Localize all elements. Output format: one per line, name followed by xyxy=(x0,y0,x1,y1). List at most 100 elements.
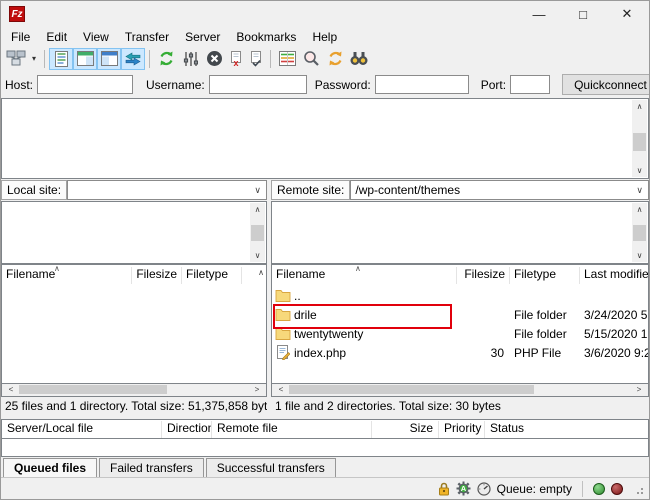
password-label: Password: xyxy=(315,78,371,92)
sort-ascending-icon: ∧ xyxy=(355,264,361,273)
toggle-message-log-button[interactable] xyxy=(49,48,73,70)
menu-bookmarks[interactable]: Bookmarks xyxy=(228,28,304,46)
scroll-up-icon[interactable]: ∧ xyxy=(258,268,264,277)
port-input[interactable] xyxy=(510,75,550,94)
remote-column-filetype[interactable]: Filetype xyxy=(510,267,580,284)
remote-site-row: Remote site: /wp-content/themes ∨ xyxy=(271,179,649,201)
disconnect-button[interactable]: x xyxy=(226,48,246,70)
lock-icon[interactable] xyxy=(438,482,450,496)
menu-server[interactable]: Server xyxy=(177,28,228,46)
remote-list-header: ∧ Filename Filesize Filetype Last modifi… xyxy=(271,264,649,284)
scrollbar-thumb[interactable] xyxy=(633,225,646,241)
queue-column-server-local-file[interactable]: Server/Local file xyxy=(2,421,162,438)
queue-column-status[interactable]: Status xyxy=(485,421,648,438)
toggle-local-tree-button[interactable] xyxy=(73,48,97,70)
file-row-twentytwenty[interactable]: twentytwenty File folder 5/15/2020 12: xyxy=(272,324,648,343)
local-column-filetype[interactable]: Filetype xyxy=(182,267,242,284)
file-row-drile[interactable]: drile File folder 3/24/2020 5:0 xyxy=(272,305,648,324)
quickconnect-button[interactable]: Quickconnect xyxy=(562,74,650,95)
scrollbar-thumb[interactable] xyxy=(251,225,264,241)
remote-pane: Remote site: /wp-content/themes ∨ ∧ ∨ ∧ … xyxy=(271,179,649,416)
local-column-filename[interactable]: Filename xyxy=(2,267,132,284)
password-input[interactable] xyxy=(375,75,469,94)
message-log-scrollbar[interactable]: ∧ ∨ xyxy=(632,100,647,177)
tab-successful-transfers[interactable]: Successful transfers xyxy=(206,458,336,477)
status-indicator-green xyxy=(593,483,605,495)
menu-view[interactable]: View xyxy=(75,28,117,46)
menu-transfer[interactable]: Transfer xyxy=(117,28,177,46)
remote-site-combobox[interactable]: /wp-content/themes ∨ xyxy=(350,180,649,200)
queue-column-priority[interactable]: Priority xyxy=(439,421,485,438)
queue-column-direction[interactable]: Direction xyxy=(162,421,212,438)
local-tree-scrollbar[interactable]: ∧ ∨ xyxy=(250,203,265,262)
scroll-left-icon[interactable]: < xyxy=(4,384,18,395)
username-input[interactable] xyxy=(209,75,307,94)
local-site-combobox[interactable]: ∨ xyxy=(67,180,267,200)
find-files-button[interactable] xyxy=(347,48,371,70)
toggle-remote-tree-button[interactable] xyxy=(97,48,121,70)
scroll-down-icon[interactable]: ∨ xyxy=(632,164,647,177)
file-row-index-php[interactable]: index.php 30 PHP File 3/6/2020 9:23 xyxy=(272,343,648,362)
site-manager-button[interactable] xyxy=(4,48,28,70)
remote-column-filesize[interactable]: Filesize xyxy=(457,267,510,284)
scroll-left-icon[interactable]: < xyxy=(274,384,288,395)
scrollbar-thumb[interactable] xyxy=(19,385,167,394)
menu-help[interactable]: Help xyxy=(304,28,345,46)
process-queue-icon xyxy=(183,51,198,67)
close-button[interactable]: ✕ xyxy=(605,1,649,27)
queue-list[interactable] xyxy=(1,439,649,457)
quickconnect-bar: Host: Username: Password: Port: Quickcon… xyxy=(1,71,649,98)
directory-listing-filters-button[interactable] xyxy=(275,48,299,70)
queue-header: Server/Local file Direction Remote file … xyxy=(1,419,649,439)
local-file-list[interactable] xyxy=(1,284,267,384)
cancel-button[interactable] xyxy=(202,48,226,70)
php-file-icon xyxy=(272,345,294,360)
message-log: ∧ ∨ xyxy=(1,98,649,179)
statusbar-separator xyxy=(582,481,583,497)
scroll-up-icon[interactable]: ∧ xyxy=(250,203,265,216)
chevron-down-icon[interactable]: ∨ xyxy=(254,185,266,196)
scrollbar-thumb[interactable] xyxy=(633,133,646,151)
local-tree-view[interactable]: ∧ ∨ xyxy=(1,201,267,264)
scroll-up-icon[interactable]: ∧ xyxy=(632,203,647,216)
remote-column-last-modified[interactable]: Last modified xyxy=(580,267,648,284)
menu-file[interactable]: File xyxy=(3,28,38,46)
local-column-filesize[interactable]: Filesize xyxy=(132,267,182,284)
tab-failed-transfers[interactable]: Failed transfers xyxy=(99,458,204,477)
queue-column-remote-file[interactable]: Remote file xyxy=(212,421,372,438)
remote-tree-scrollbar[interactable]: ∧ ∨ xyxy=(632,203,647,262)
filename-filters-button[interactable] xyxy=(299,48,323,70)
file-row-parent-dir[interactable]: .. xyxy=(272,286,648,305)
maximize-button[interactable]: □ xyxy=(561,1,605,27)
refresh-button[interactable] xyxy=(154,48,178,70)
queue-column-size[interactable]: Size xyxy=(372,421,439,438)
gauge-icon[interactable] xyxy=(477,482,491,496)
remote-status-text: 1 file and 2 directories. Total size: 30… xyxy=(271,397,649,416)
file-name: index.php xyxy=(294,346,457,360)
toggle-transfer-queue-button[interactable] xyxy=(121,48,145,70)
speed-limits-icon[interactable]: A xyxy=(456,481,471,496)
scroll-down-icon[interactable]: ∨ xyxy=(250,249,265,262)
minimize-button[interactable]: — xyxy=(517,1,561,27)
directory-comparison-button[interactable] xyxy=(323,48,347,70)
host-input[interactable] xyxy=(37,75,133,94)
reconnect-button[interactable] xyxy=(246,48,266,70)
menu-edit[interactable]: Edit xyxy=(38,28,75,46)
process-queue-button[interactable] xyxy=(178,48,202,70)
directory-listing-icon xyxy=(279,51,296,66)
site-manager-dropdown[interactable]: ▾ xyxy=(28,54,40,63)
scroll-down-icon[interactable]: ∨ xyxy=(632,249,647,262)
tab-queued-files[interactable]: Queued files xyxy=(3,458,97,477)
file-name: .. xyxy=(294,289,457,303)
chevron-down-icon[interactable]: ∨ xyxy=(636,185,648,196)
remote-tree-view[interactable]: ∧ ∨ xyxy=(271,201,649,264)
scroll-right-icon[interactable]: > xyxy=(250,384,264,395)
remote-horizontal-scrollbar[interactable]: < > xyxy=(271,384,649,397)
disconnect-icon: x xyxy=(229,51,244,67)
scrollbar-thumb[interactable] xyxy=(289,385,534,394)
remote-column-filename[interactable]: Filename xyxy=(272,267,457,284)
resize-grip[interactable] xyxy=(633,484,643,494)
scroll-up-icon[interactable]: ∧ xyxy=(632,100,647,113)
local-horizontal-scrollbar[interactable]: < > xyxy=(1,384,267,397)
scroll-right-icon[interactable]: > xyxy=(632,384,646,395)
